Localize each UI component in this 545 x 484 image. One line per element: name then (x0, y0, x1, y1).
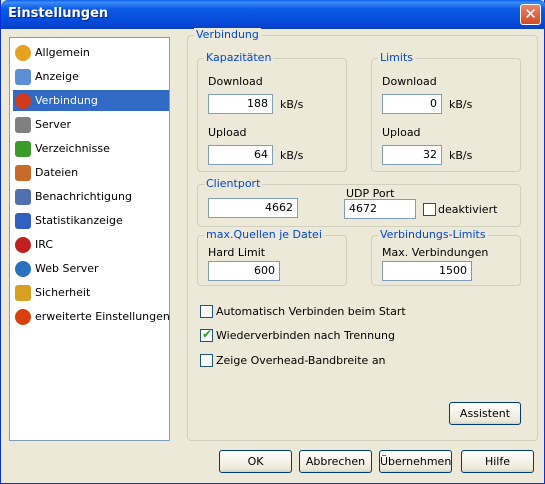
sidebar-item-verzeichnisse[interactable]: Verzeichnisse (13, 138, 169, 159)
show-overhead-label[interactable]: Zeige Overhead-Bandbreite an (216, 354, 386, 367)
close-icon: ✕ (524, 5, 537, 23)
sidebar-item-label: Web Server (35, 262, 99, 275)
reconnect-checkbox[interactable]: ✔ (200, 327, 213, 342)
sidebar-item-anzeige[interactable]: Anzeige (13, 66, 169, 87)
connection-settings-panel: Verbindung Kapazitäten Download 188 kB/s… (187, 28, 538, 441)
tcp-port-input[interactable]: 4662 (208, 198, 298, 218)
limits-upload-input[interactable]: 32 (382, 145, 442, 165)
sidebar-item-benachrichtigung[interactable]: Benachrichtigung (13, 186, 169, 207)
capacity-upload-label: Upload (208, 126, 247, 139)
sidebar-item-label: Verbindung (35, 94, 98, 107)
sidebar-item-allgemein[interactable]: Allgemein (13, 42, 169, 63)
apply-button[interactable]: Übernehmen (379, 450, 452, 473)
files-icon (15, 164, 31, 181)
statistics-icon (15, 212, 31, 229)
sidebar-item-label: IRC (35, 238, 54, 251)
auto-connect-checkbox[interactable] (200, 305, 213, 318)
limits-upload-label: Upload (382, 126, 421, 139)
limits-upload-unit: kB/s (449, 149, 473, 162)
clientport-legend: Clientport (204, 177, 263, 190)
limits-group: Limits Download 0 kB/s Upload 32 kB/s (371, 51, 521, 172)
notification-icon (15, 188, 31, 205)
cancel-button[interactable]: Abbrechen (299, 450, 372, 473)
hard-limit-label: Hard Limit (208, 246, 266, 259)
settings-category-list[interactable]: Allgemein Anzeige Verbindung Server Verz… (9, 37, 170, 441)
settings-window: Einstellungen ✕ Allgemein Anzeige Verbin… (0, 0, 545, 484)
capacity-download-input[interactable]: 188 (208, 94, 273, 114)
limits-download-unit: kB/s (449, 98, 473, 111)
udp-disabled-checkbox[interactable] (423, 203, 436, 216)
hard-limit-input[interactable]: 600 (208, 261, 280, 281)
udp-port-input[interactable]: 4672 (344, 199, 416, 219)
capacity-group: Kapazitäten Download 188 kB/s Upload 64 … (197, 51, 347, 172)
capacity-download-label: Download (208, 75, 263, 88)
sidebar-item-statistikanzeige[interactable]: Statistikanzeige (13, 210, 169, 231)
udp-disabled-label: deaktiviert (438, 203, 498, 216)
sidebar-item-erweiterte-einstellungen[interactable]: erweiterte Einstellungen (13, 306, 170, 327)
globe-icon (15, 260, 31, 277)
limits-legend: Limits (378, 51, 415, 64)
sidebar-item-label: Allgemein (35, 46, 90, 59)
sidebar-item-web-server[interactable]: Web Server (13, 258, 169, 279)
sidebar-item-label: Benachrichtigung (35, 190, 132, 203)
wizard-button[interactable]: Assistent (449, 402, 521, 425)
capacity-download-unit: kB/s (280, 98, 304, 111)
sidebar-item-label: Statistikanzeige (35, 214, 123, 227)
help-button[interactable]: Hilfe (461, 450, 534, 473)
sidebar-item-label: Verzeichnisse (35, 142, 110, 155)
connection-limits-group: Verbindungs-Limits Max. Verbindungen 150… (371, 228, 521, 286)
panel-title: Verbindung (194, 28, 261, 41)
sidebar-item-label: Anzeige (35, 70, 79, 83)
lock-icon (15, 284, 31, 301)
sidebar-item-verbindung[interactable]: Verbindung (13, 90, 169, 111)
ok-button[interactable]: OK (219, 450, 292, 473)
reconnect-label[interactable]: Wiederverbinden nach Trennung (216, 329, 395, 342)
sidebar-item-sicherheit[interactable]: Sicherheit (13, 282, 169, 303)
sidebar-item-dateien[interactable]: Dateien (13, 162, 169, 183)
sidebar-item-label: Sicherheit (35, 286, 91, 299)
clientport-group: Clientport 4662 UDP Port 4672 deaktivier… (197, 177, 521, 227)
irc-icon (15, 236, 31, 253)
capacity-upload-unit: kB/s (280, 149, 304, 162)
show-overhead-checkbox[interactable] (200, 354, 213, 367)
auto-connect-label[interactable]: Automatisch Verbinden beim Start (216, 305, 406, 318)
sidebar-item-irc[interactable]: IRC (13, 234, 169, 255)
limits-download-label: Download (382, 75, 437, 88)
plug-icon (15, 92, 31, 109)
max-sources-group: max.Quellen je Datei Hard Limit 600 (197, 228, 347, 286)
close-button[interactable]: ✕ (520, 4, 541, 25)
sidebar-item-server[interactable]: Server (13, 114, 169, 135)
title-bar[interactable]: Einstellungen ✕ (1, 0, 545, 29)
connection-limits-legend: Verbindungs-Limits (378, 228, 488, 241)
sidebar-item-label: Server (35, 118, 72, 131)
max-connections-label: Max. Verbindungen (382, 246, 489, 259)
folder-icon (15, 140, 31, 157)
server-icon (15, 116, 31, 133)
capacity-legend: Kapazitäten (204, 51, 274, 64)
max-sources-legend: max.Quellen je Datei (204, 228, 324, 241)
limits-download-input[interactable]: 0 (382, 94, 442, 114)
sidebar-item-label: erweiterte Einstellungen (35, 310, 170, 323)
window-title: Einstellungen (8, 6, 109, 21)
sidebar-item-label: Dateien (35, 166, 79, 179)
capacity-upload-input[interactable]: 64 (208, 145, 273, 165)
monitor-icon (15, 68, 31, 85)
max-connections-input[interactable]: 1500 (382, 261, 472, 281)
advanced-settings-icon (15, 308, 31, 325)
gear-icon (15, 44, 31, 61)
checkmark-icon: ✔ (202, 327, 213, 341)
